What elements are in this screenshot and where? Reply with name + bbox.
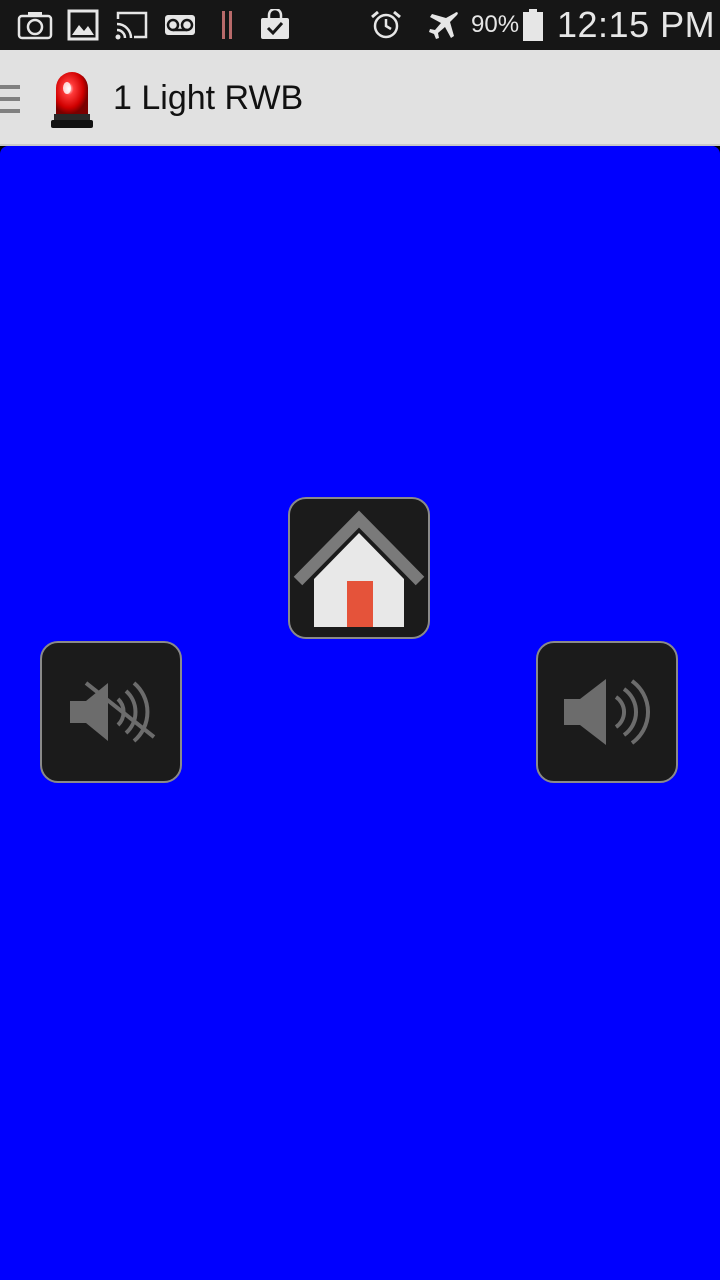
speaker-muted-icon <box>70 681 156 743</box>
clock: 12:15 PM <box>557 4 716 45</box>
signal-bars-icon <box>222 11 232 39</box>
home-button[interactable] <box>288 497 430 639</box>
battery-percent: 90% <box>471 11 520 38</box>
sound-button[interactable] <box>536 641 678 783</box>
airplane-mode-icon <box>429 12 458 39</box>
battery-icon <box>523 9 543 41</box>
status-bar: 90% 12:15 PM <box>0 0 720 50</box>
mute-button[interactable] <box>40 641 182 783</box>
cast-icon <box>115 11 148 40</box>
speaker-volume-icon <box>564 679 650 745</box>
home-icon <box>293 510 425 627</box>
shopping-bag-check-icon <box>261 9 289 39</box>
voicemail-icon <box>165 15 195 35</box>
gallery-icon <box>67 9 99 41</box>
red-siren-light-icon[interactable] <box>48 68 96 132</box>
app-title: 1 Light RWB <box>113 79 304 117</box>
main-content <box>0 146 720 1280</box>
action-bar: 1 Light RWB <box>0 50 720 146</box>
alarm-icon <box>371 10 401 39</box>
hamburger-icon[interactable] <box>0 83 22 115</box>
camera-icon <box>17 12 53 40</box>
